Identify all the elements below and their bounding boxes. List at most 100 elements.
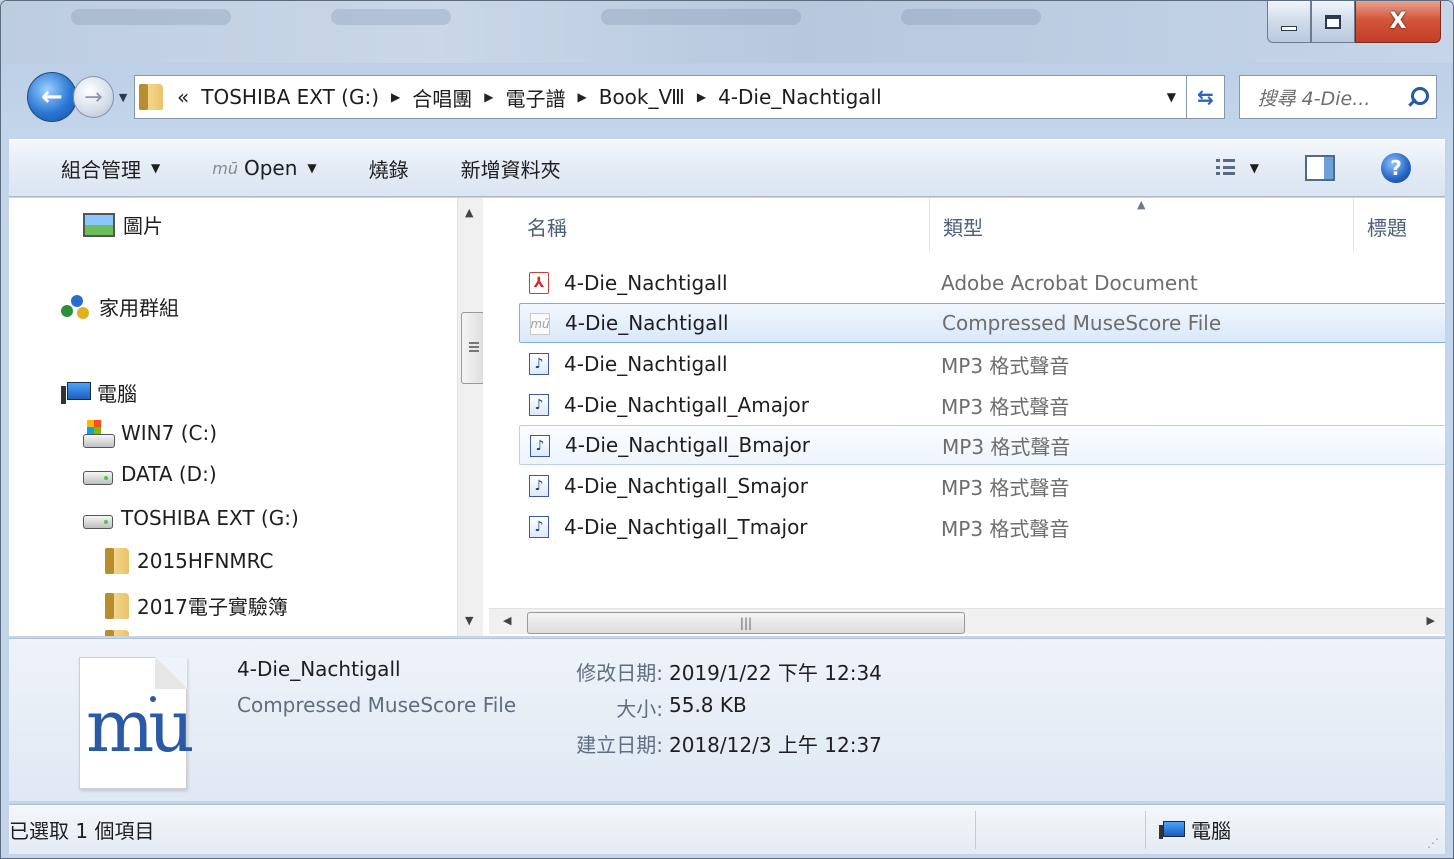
scroll-up-icon[interactable]: ▲ xyxy=(465,206,473,219)
folder-icon xyxy=(105,630,129,636)
file-name: 4-Die_Nachtigall_Smajor xyxy=(564,474,809,498)
file-row[interactable]: ♪ 4-Die_Nachtigall_Smajor MP3 格式聲音 xyxy=(519,466,1445,506)
column-header-type[interactable]: 類型 xyxy=(943,212,983,241)
file-row[interactable]: ⅄ 4-Die_Nachtigall Adobe Acrobat Documen… xyxy=(519,263,1445,303)
views-icon xyxy=(1215,159,1236,177)
nav-item-data[interactable]: DATA (D:) xyxy=(83,462,217,486)
minimize-button[interactable] xyxy=(1267,1,1311,43)
folder-icon xyxy=(105,592,129,619)
file-type: MP3 格式聲音 xyxy=(941,516,1070,541)
breadcrumb: TOSHIBA EXT (G:) ▶ 合唱團 ▶ 電子譜 ▶ Book_Ⅷ ▶ … xyxy=(201,83,881,112)
file-type: MP3 格式聲音 xyxy=(941,475,1070,500)
nav-item-computer[interactable]: 電腦 xyxy=(61,378,137,407)
recent-pages-button[interactable]: ▼ xyxy=(114,91,132,104)
address-bar[interactable]: « TOSHIBA EXT (G:) ▶ 合唱團 ▶ 電子譜 ▶ Book_Ⅷ … xyxy=(134,75,1187,119)
preview-pane-button[interactable] xyxy=(1305,155,1335,181)
hidden-crumbs-button[interactable]: « xyxy=(177,85,189,109)
breadcrumb-item[interactable]: Book_Ⅷ xyxy=(599,85,685,109)
scroll-thumb[interactable]: ||| xyxy=(527,612,965,634)
address-dropdown-icon[interactable]: ▼ xyxy=(1167,90,1176,104)
file-type: MP3 格式聲音 xyxy=(942,434,1071,459)
sort-ascending-icon: ▲ xyxy=(1137,198,1146,211)
file-row[interactable]: ♪ 4-Die_Nachtigall_Amajor MP3 格式聲音 xyxy=(519,385,1445,425)
navigation-pane: 圖片 家用群組 電腦 WIN7 (C:) DATA (D:) TOSHIBA E… xyxy=(9,198,483,636)
organize-button[interactable]: 組合管理 ▼ xyxy=(61,154,160,183)
file-type: Compressed MuseScore File xyxy=(942,311,1222,335)
drive-icon xyxy=(83,515,113,529)
file-row-hover[interactable]: ♪ 4-Die_Nachtigall_Bmajor MP3 格式聲音 xyxy=(519,425,1445,465)
scroll-down-icon[interactable]: ▼ xyxy=(465,614,473,627)
pictures-icon xyxy=(83,212,115,237)
nav-item-label: WIN7 (C:) xyxy=(121,421,218,445)
minimize-icon xyxy=(1281,26,1297,31)
burn-button[interactable]: 燒錄 xyxy=(369,154,409,183)
breadcrumb-separator-icon[interactable]: ▶ xyxy=(484,90,493,104)
search-icon[interactable] xyxy=(1406,86,1429,108)
pdf-icon: ⅄ xyxy=(529,272,549,294)
details-value: 2019/1/22 下午 12:34 xyxy=(669,661,882,685)
breadcrumb-item[interactable]: 4-Die_Nachtigall xyxy=(718,85,882,109)
status-location: 電腦 xyxy=(1159,815,1231,844)
breadcrumb-item[interactable]: 電子譜 xyxy=(505,83,565,112)
column-header-title[interactable]: 標題 xyxy=(1367,212,1407,241)
search-input[interactable]: 搜尋 4-Die... xyxy=(1238,75,1437,119)
homegroup-icon xyxy=(61,293,91,321)
mp3-icon: ♪ xyxy=(530,435,550,457)
close-button[interactable]: X xyxy=(1355,1,1441,43)
scroll-thumb[interactable] xyxy=(461,312,483,384)
open-button[interactable]: mū Open ▼ xyxy=(212,156,316,180)
breadcrumb-separator-icon[interactable]: ▶ xyxy=(697,90,706,104)
breadcrumb-separator-icon[interactable]: ▶ xyxy=(391,90,400,104)
breadcrumb-separator-icon[interactable]: ▶ xyxy=(577,90,586,104)
breadcrumb-item[interactable]: 合唱團 xyxy=(412,83,472,112)
search-placeholder: 搜尋 4-Die... xyxy=(1257,87,1371,110)
file-name: 4-Die_Nachtigall_Bmajor xyxy=(565,433,811,457)
file-row-selected[interactable]: mū 4-Die_Nachtigall Compressed MuseScore… xyxy=(519,303,1445,343)
musescore-icon: mū xyxy=(530,313,550,335)
scroll-right-icon[interactable]: ▶ xyxy=(1427,614,1435,627)
back-button[interactable]: ← xyxy=(27,72,77,122)
windows-drive-icon xyxy=(83,420,115,448)
file-list: 名稱 類型 ▲ 標題 ⅄ 4-Die_Nachtigall Adobe Acro… xyxy=(489,198,1445,636)
resize-grip-icon[interactable]: ⋰ xyxy=(1427,836,1439,850)
title-bar xyxy=(1,1,1453,63)
nav-item-homegroup[interactable]: 家用群組 xyxy=(61,292,179,321)
maximize-button[interactable] xyxy=(1311,1,1355,43)
column-header-name[interactable]: 名稱 xyxy=(527,212,567,241)
chevron-down-icon: ▼ xyxy=(151,161,161,175)
help-icon[interactable]: ? xyxy=(1381,153,1411,183)
breadcrumb-item[interactable]: TOSHIBA EXT (G:) xyxy=(201,85,379,109)
mp3-icon: ♪ xyxy=(529,475,549,497)
nav-item-folder-partial[interactable] xyxy=(105,630,137,636)
nav-item-label: 2017電子實驗簿 xyxy=(137,595,288,619)
maximize-icon xyxy=(1325,14,1341,29)
refresh-button[interactable]: ⇆ xyxy=(1187,75,1225,119)
chevron-down-icon: ▼ xyxy=(1249,161,1259,175)
musescore-file-thumbnail-icon: mu xyxy=(79,657,195,789)
scroll-left-icon[interactable]: ◀ xyxy=(503,614,511,627)
file-name: 4-Die_Nachtigall xyxy=(564,352,728,376)
nav-item-folder[interactable]: 2017電子實驗簿 xyxy=(105,591,288,620)
file-name: 4-Die_Nachtigall xyxy=(565,311,729,335)
nav-item-folder[interactable]: 2015HFNMRC xyxy=(105,548,274,574)
details-pane: mu 4-Die_Nachtigall Compressed MuseScore… xyxy=(9,638,1445,801)
nav-item-label: DATA (D:) xyxy=(121,462,217,486)
caption-buttons: X xyxy=(1267,1,1441,45)
file-type: Adobe Acrobat Document xyxy=(941,271,1198,295)
nav-item-toshiba[interactable]: TOSHIBA EXT (G:) xyxy=(83,506,299,530)
nav-item-label: 2015HFNMRC xyxy=(137,549,274,573)
status-location-label: 電腦 xyxy=(1191,819,1231,843)
details-label: 大小: xyxy=(616,697,663,721)
file-name: 4-Die_Nachtigall_Tmajor xyxy=(564,515,808,539)
change-view-button[interactable]: ▼ xyxy=(1215,159,1259,177)
nav-item-win7[interactable]: WIN7 (C:) xyxy=(83,420,218,448)
file-row[interactable]: ♪ 4-Die_Nachtigall_Tmajor MP3 格式聲音 xyxy=(519,507,1445,547)
folder-icon xyxy=(139,84,163,110)
nav-scrollbar[interactable]: ▲ ▼ xyxy=(457,198,483,636)
details-label: 修改日期: xyxy=(576,661,663,685)
forward-button[interactable]: → xyxy=(72,76,115,118)
new-folder-button[interactable]: 新增資料夾 xyxy=(461,154,561,183)
file-row[interactable]: ♪ 4-Die_Nachtigall MP3 格式聲音 xyxy=(519,344,1445,384)
nav-item-pictures[interactable]: 圖片 xyxy=(83,210,163,239)
file-list-horizontal-scrollbar[interactable]: ◀ ||| ▶ xyxy=(489,608,1445,634)
